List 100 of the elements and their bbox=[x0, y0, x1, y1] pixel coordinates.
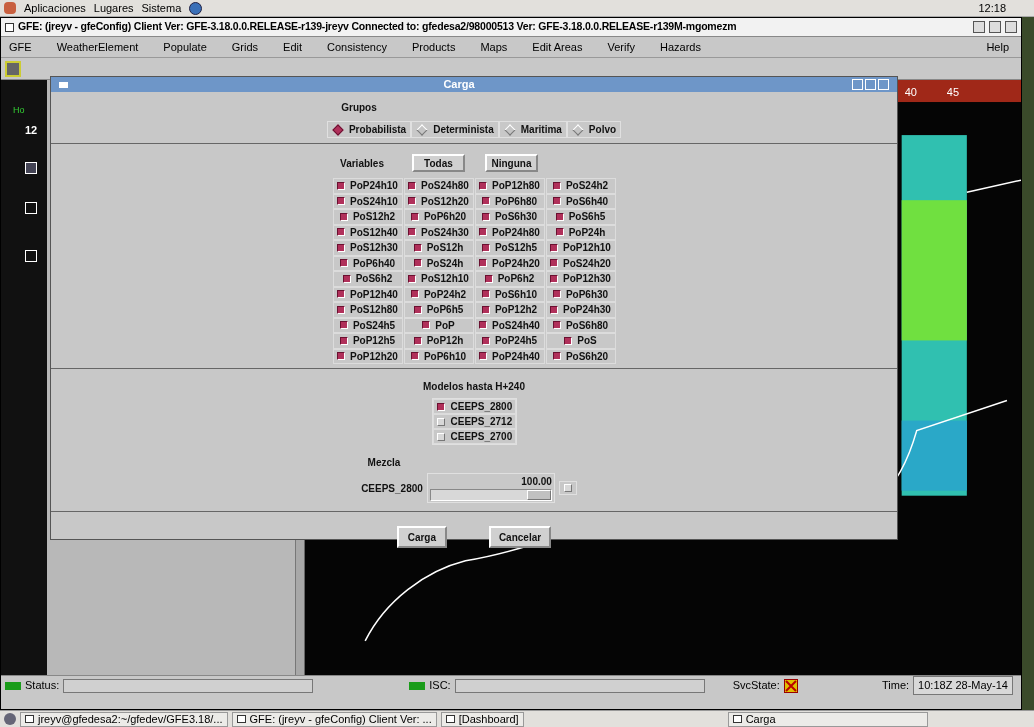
checkbox[interactable] bbox=[479, 259, 488, 268]
variable-checkbox[interactable]: PoS24h5 bbox=[332, 317, 403, 333]
variable-checkbox[interactable]: PoS24h20 bbox=[545, 255, 616, 271]
taskbar-icon[interactable] bbox=[4, 713, 16, 725]
variable-checkbox[interactable]: PoS24h bbox=[403, 255, 474, 271]
checkbox[interactable] bbox=[550, 274, 559, 283]
model-checkbox[interactable]: CEEPS_2700 bbox=[432, 429, 516, 444]
checkbox[interactable] bbox=[337, 290, 346, 299]
variable-checkbox[interactable]: PoP24h20 bbox=[474, 255, 545, 271]
panel-menu[interactable]: Sistema bbox=[141, 0, 182, 17]
checkbox[interactable] bbox=[479, 181, 488, 190]
checkbox[interactable] bbox=[422, 321, 431, 330]
checkbox[interactable] bbox=[481, 305, 490, 314]
checkbox[interactable] bbox=[408, 274, 417, 283]
checkbox[interactable] bbox=[413, 259, 422, 268]
variable-checkbox[interactable]: PoS24h2 bbox=[545, 178, 616, 194]
menu-item[interactable]: Edit bbox=[283, 38, 303, 56]
variable-checkbox[interactable]: PoS24h30 bbox=[403, 224, 474, 240]
panel-menu[interactable]: Lugares bbox=[93, 0, 134, 17]
checkbox[interactable] bbox=[413, 336, 422, 345]
checkbox[interactable] bbox=[337, 243, 346, 252]
checkbox[interactable] bbox=[550, 259, 559, 268]
checkbox[interactable] bbox=[479, 352, 488, 361]
globe-icon[interactable] bbox=[189, 1, 203, 15]
square-icon[interactable] bbox=[25, 250, 37, 262]
select-button[interactable]: Ninguna bbox=[484, 154, 538, 172]
apps-icon[interactable] bbox=[4, 2, 16, 14]
model-checkbox[interactable]: CEEPS_2712 bbox=[432, 414, 516, 429]
menu-item[interactable]: Edit Areas bbox=[532, 38, 583, 56]
checkbox[interactable] bbox=[550, 243, 559, 252]
checkbox[interactable] bbox=[337, 305, 346, 314]
variable-checkbox[interactable]: PoP24h10 bbox=[332, 178, 403, 194]
menu-item[interactable]: Consistency bbox=[327, 38, 387, 56]
variable-checkbox[interactable]: PoP6h20 bbox=[403, 209, 474, 225]
dialog-button[interactable]: Cancelar bbox=[488, 526, 552, 548]
variable-checkbox[interactable]: PoS6h30 bbox=[474, 209, 545, 225]
variable-checkbox[interactable]: PoS6h2 bbox=[332, 271, 403, 287]
variable-checkbox[interactable]: PoP12h80 bbox=[474, 178, 545, 194]
menu-item[interactable]: Grids bbox=[231, 38, 259, 56]
checkbox[interactable] bbox=[337, 352, 346, 361]
model-checkbox[interactable]: CEEPS_2800 bbox=[432, 399, 516, 414]
variable-checkbox[interactable]: PoS6h20 bbox=[545, 348, 616, 364]
select-button[interactable]: Todas bbox=[411, 154, 465, 172]
checkbox[interactable] bbox=[408, 197, 417, 206]
checkbox[interactable] bbox=[552, 181, 561, 190]
checkbox[interactable] bbox=[337, 228, 346, 237]
radio-option[interactable]: Polvo bbox=[566, 121, 622, 138]
checkbox[interactable] bbox=[342, 274, 351, 283]
variable-checkbox[interactable]: PoP6h10 bbox=[403, 348, 474, 364]
variable-checkbox[interactable]: PoS24h40 bbox=[474, 317, 545, 333]
variable-checkbox[interactable]: PoS12h40 bbox=[332, 224, 403, 240]
variable-checkbox[interactable]: PoP24h30 bbox=[545, 302, 616, 318]
checkbox[interactable] bbox=[552, 352, 561, 361]
menu-item[interactable]: Help bbox=[986, 38, 1009, 56]
checkbox[interactable] bbox=[413, 305, 422, 314]
taskbar-button[interactable]: jreyv@gfedesa2:~/gfedev/GFE3.18/... bbox=[20, 711, 228, 727]
radio-button[interactable] bbox=[332, 123, 344, 136]
checkbox[interactable] bbox=[410, 212, 419, 221]
maximize-icon[interactable] bbox=[989, 21, 1001, 33]
variable-checkbox[interactable]: PoS12h20 bbox=[403, 193, 474, 209]
variable-checkbox[interactable]: PoP24h bbox=[545, 224, 616, 240]
variable-checkbox[interactable]: PoS12h80 bbox=[332, 302, 403, 318]
variable-checkbox[interactable]: PoP12h40 bbox=[332, 286, 403, 302]
variable-checkbox[interactable]: PoP12h30 bbox=[545, 271, 616, 287]
menu-item[interactable]: Populate bbox=[163, 38, 207, 56]
radio-option[interactable]: Determinista bbox=[411, 121, 499, 138]
variable-checkbox[interactable]: PoS12h bbox=[403, 240, 474, 256]
close-icon[interactable] bbox=[1005, 21, 1017, 33]
checkbox[interactable] bbox=[481, 197, 490, 206]
variable-checkbox[interactable]: PoP24h40 bbox=[474, 348, 545, 364]
checkbox[interactable] bbox=[339, 212, 348, 221]
checkbox[interactable] bbox=[481, 243, 490, 252]
checkbox[interactable] bbox=[555, 228, 564, 237]
variable-checkbox[interactable]: PoP24h80 bbox=[474, 224, 545, 240]
variable-checkbox[interactable]: PoP6h80 bbox=[474, 193, 545, 209]
checkbox[interactable] bbox=[337, 197, 346, 206]
variable-checkbox[interactable]: PoP bbox=[403, 317, 474, 333]
menu-item[interactable]: Verify bbox=[607, 38, 635, 56]
menu-item[interactable]: WeatherElement bbox=[56, 38, 139, 56]
checkbox[interactable] bbox=[413, 243, 422, 252]
checkbox[interactable] bbox=[339, 321, 348, 330]
checkbox[interactable] bbox=[481, 290, 490, 299]
variable-checkbox[interactable]: PoP6h30 bbox=[545, 286, 616, 302]
menu-item[interactable]: Hazards bbox=[659, 38, 701, 56]
variable-checkbox[interactable]: PoS bbox=[545, 333, 616, 349]
checkbox[interactable] bbox=[564, 336, 573, 345]
checkbox[interactable] bbox=[408, 181, 417, 190]
checkbox[interactable] bbox=[410, 290, 419, 299]
checkbox[interactable] bbox=[339, 259, 348, 268]
menu-item[interactable]: GFE bbox=[9, 38, 32, 56]
checkbox[interactable] bbox=[339, 336, 348, 345]
checkbox[interactable] bbox=[410, 352, 419, 361]
checkbox[interactable] bbox=[479, 228, 488, 237]
variable-checkbox[interactable]: PoP12h20 bbox=[332, 348, 403, 364]
panel-menu[interactable]: Aplicaciones bbox=[24, 0, 86, 17]
variable-checkbox[interactable]: PoS24h10 bbox=[332, 193, 403, 209]
variable-checkbox[interactable]: PoP24h5 bbox=[474, 333, 545, 349]
variable-checkbox[interactable]: PoP24h2 bbox=[403, 286, 474, 302]
variable-checkbox[interactable]: PoP12h bbox=[403, 333, 474, 349]
variable-checkbox[interactable]: PoP12h5 bbox=[332, 333, 403, 349]
